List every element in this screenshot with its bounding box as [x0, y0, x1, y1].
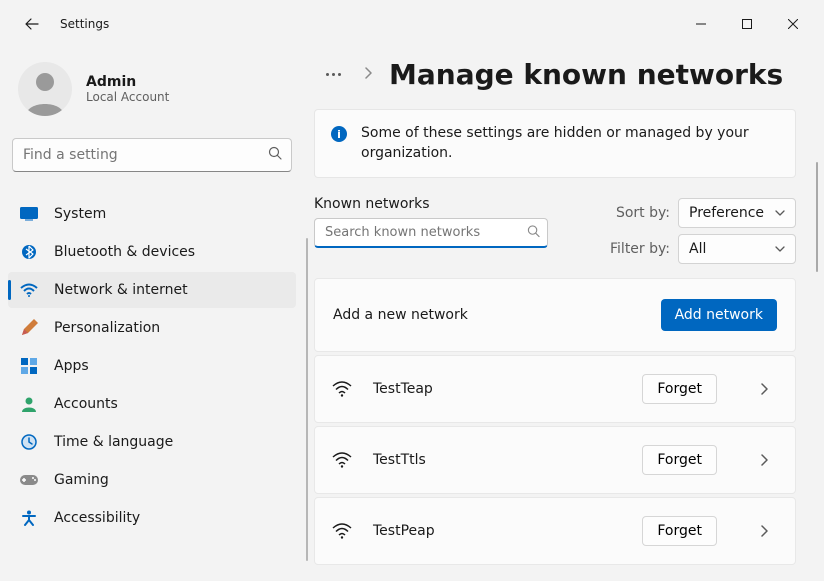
user-name: Admin: [86, 74, 169, 90]
sidebar-item-label: Accessibility: [54, 510, 140, 526]
network-expand-button[interactable]: [749, 374, 779, 404]
info-icon: i: [331, 126, 347, 142]
sort-by-value: Preference: [689, 205, 764, 221]
search-icon: [527, 225, 540, 242]
wifi-icon: [331, 520, 353, 542]
main-scrollbar[interactable]: [816, 162, 818, 272]
sidebar-item-label: Network & internet: [54, 282, 188, 298]
maximize-icon: [742, 19, 752, 29]
sidebar-item-label: Gaming: [54, 472, 109, 488]
org-managed-banner: i Some of these settings are hidden or m…: [314, 109, 796, 178]
accessibility-icon: [20, 509, 38, 527]
search-icon: [268, 146, 282, 164]
network-name: TestPeap: [373, 523, 622, 539]
sidebar-item-apps[interactable]: Apps: [8, 348, 296, 384]
personalization-icon: [20, 319, 38, 337]
system-icon: [20, 205, 38, 223]
close-icon: [788, 19, 798, 29]
sidebar-item-personalization[interactable]: Personalization: [8, 310, 296, 346]
sidebar-item-label: System: [54, 206, 106, 222]
network-icon: [20, 281, 38, 299]
filter-by-select[interactable]: All: [678, 234, 796, 264]
network-item[interactable]: TestPeap Forget: [314, 497, 796, 565]
avatar: [18, 62, 72, 116]
add-network-button[interactable]: Add network: [661, 299, 777, 331]
page-title: Manage known networks: [389, 58, 783, 91]
sort-by-select[interactable]: Preference: [678, 198, 796, 228]
minimize-icon: [696, 19, 706, 29]
search-networks-input[interactable]: [314, 218, 548, 248]
sidebar-item-time[interactable]: Time & language: [8, 424, 296, 460]
network-name: TestTeap: [373, 381, 622, 397]
sidebar-item-label: Time & language: [54, 434, 173, 450]
add-network-row: Add a new network Add network: [315, 279, 795, 351]
bluetooth-icon: [20, 243, 38, 261]
close-button[interactable]: [770, 8, 816, 40]
known-networks-label: Known networks: [314, 196, 606, 212]
sidebar-item-bluetooth[interactable]: Bluetooth & devices: [8, 234, 296, 270]
chevron-down-icon: [775, 210, 785, 216]
sidebar: Admin Local Account System Bluetooth & de…: [0, 48, 308, 581]
wifi-icon: [331, 449, 353, 471]
user-account-row[interactable]: Admin Local Account: [8, 48, 296, 138]
sidebar-item-network[interactable]: Network & internet: [8, 272, 296, 308]
sidebar-item-label: Accounts: [54, 396, 118, 412]
network-expand-button[interactable]: [749, 516, 779, 546]
sidebar-item-label: Apps: [54, 358, 89, 374]
forget-button[interactable]: Forget: [642, 445, 717, 475]
back-button[interactable]: [16, 8, 48, 40]
network-expand-button[interactable]: [749, 445, 779, 475]
maximize-button[interactable]: [724, 8, 770, 40]
main-content: Manage known networks i Some of these se…: [308, 48, 824, 581]
wifi-icon: [331, 378, 353, 400]
forget-button[interactable]: Forget: [642, 374, 717, 404]
sidebar-item-accessibility[interactable]: Accessibility: [8, 500, 296, 536]
app-title: Settings: [60, 17, 109, 31]
add-network-label: Add a new network: [333, 307, 468, 323]
user-avatar-icon: [18, 62, 72, 116]
forget-button[interactable]: Forget: [642, 516, 717, 546]
network-name: TestTtls: [373, 452, 622, 468]
breadcrumb: Manage known networks: [314, 58, 796, 91]
gaming-icon: [20, 471, 38, 489]
sidebar-item-label: Personalization: [54, 320, 160, 336]
sidebar-item-gaming[interactable]: Gaming: [8, 462, 296, 498]
minimize-button[interactable]: [678, 8, 724, 40]
network-list: TestTeap Forget TestTtls Forget TestPeap Forg…: [314, 355, 796, 565]
apps-icon: [20, 357, 38, 375]
sidebar-item-system[interactable]: System: [8, 196, 296, 232]
filter-by-label: Filter by:: [606, 241, 670, 257]
breadcrumb-ellipsis[interactable]: [320, 67, 347, 82]
banner-text: Some of these settings are hidden or man…: [361, 124, 779, 163]
titlebar: Settings: [0, 0, 824, 48]
network-item[interactable]: TestTeap Forget: [314, 355, 796, 423]
time-icon: [20, 433, 38, 451]
sidebar-item-accounts[interactable]: Accounts: [8, 386, 296, 422]
back-arrow-icon: [24, 16, 40, 32]
chevron-right-icon: [363, 67, 373, 83]
sidebar-item-label: Bluetooth & devices: [54, 244, 195, 260]
network-item[interactable]: TestTtls Forget: [314, 426, 796, 494]
user-account-type: Local Account: [86, 90, 169, 104]
accounts-icon: [20, 395, 38, 413]
filter-by-value: All: [689, 241, 706, 257]
nav: System Bluetooth & devices Network & inter…: [8, 196, 296, 536]
sidebar-search-input[interactable]: [12, 138, 292, 172]
sort-by-label: Sort by:: [606, 205, 670, 221]
chevron-down-icon: [775, 246, 785, 252]
